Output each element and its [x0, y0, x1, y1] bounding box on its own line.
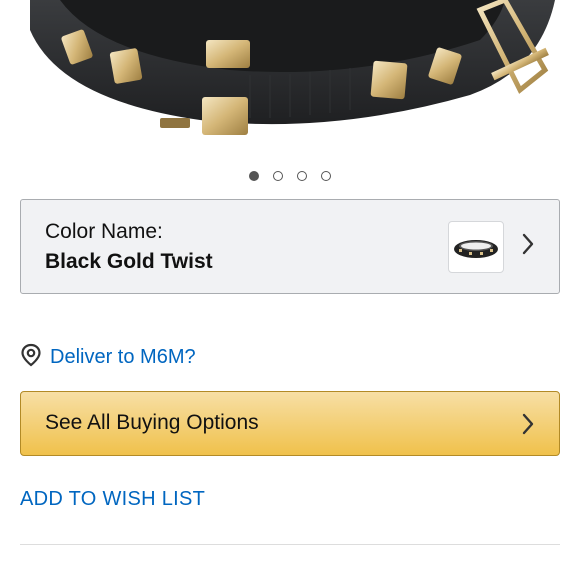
carousel-dot[interactable] [273, 171, 283, 181]
wristband-thumbnail-image [454, 240, 498, 258]
color-name-value: Black Gold Twist [45, 250, 213, 273]
section-divider [20, 544, 560, 545]
chevron-right-icon [521, 232, 535, 260]
color-selector[interactable]: Color Name: Black Gold Twist [20, 199, 560, 294]
carousel-dot[interactable] [321, 171, 331, 181]
color-name-label: Color Name: [45, 220, 163, 243]
add-to-wish-list-link[interactable]: ADD TO WISH LIST [20, 488, 205, 511]
chevron-right-icon [521, 412, 535, 440]
product-image[interactable] [0, 0, 580, 160]
carousel-dot[interactable] [297, 171, 307, 181]
location-pin-icon [20, 343, 42, 372]
deliver-to-text[interactable]: Deliver to M6M? [50, 346, 196, 369]
image-carousel-dots [0, 171, 580, 181]
wristband-image [30, 0, 555, 135]
color-swatch-thumbnail[interactable] [448, 221, 504, 273]
deliver-to-link[interactable]: Deliver to M6M? [20, 343, 196, 372]
see-all-buying-options-button[interactable]: See All Buying Options [20, 391, 560, 456]
carousel-dot[interactable] [249, 171, 259, 181]
buying-options-label: See All Buying Options [45, 411, 259, 434]
